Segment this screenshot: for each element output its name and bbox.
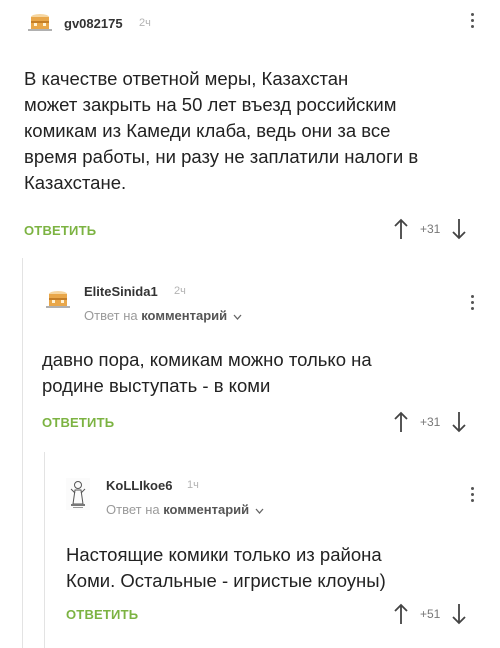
comment-author[interactable]: KoLLIkoe6 bbox=[106, 478, 172, 493]
comment-time: 1ч bbox=[187, 479, 199, 491]
reply-to-target[interactable]: комментарий bbox=[141, 308, 227, 323]
comment-time: 2ч bbox=[139, 17, 151, 29]
vote-score: +51 bbox=[420, 607, 441, 621]
downvote-arrow-icon[interactable] bbox=[450, 411, 468, 433]
comment-text-line: Настоящие комики только из района bbox=[66, 544, 382, 565]
cake-avatar-icon[interactable] bbox=[24, 10, 56, 34]
comment-author[interactable]: gv082175 bbox=[64, 16, 123, 31]
reply-to-prefix: Ответ на bbox=[106, 502, 164, 517]
reply-button[interactable]: ОТВЕТИТЬ bbox=[24, 223, 96, 238]
comment-text-line: время работы, ни разу не заплатили налог… bbox=[24, 146, 419, 167]
reply-to-target[interactable]: комментарий bbox=[163, 502, 249, 517]
upvote-arrow-icon[interactable] bbox=[392, 603, 410, 625]
comment-text: В качестве ответной меры, Казахстан може… bbox=[24, 66, 494, 196]
comment-text-line: Казахстане. bbox=[24, 172, 127, 193]
comment-1: gv082175 2ч В качестве ответной меры, Ка… bbox=[0, 0, 500, 250]
comment-text-line: В качестве ответной меры, Казахстан bbox=[24, 68, 349, 89]
more-options-icon[interactable] bbox=[462, 10, 482, 32]
comment-text-line: может закрыть на 50 лет въезд российским bbox=[24, 94, 397, 115]
upvote-arrow-icon[interactable] bbox=[392, 218, 410, 240]
comment-author[interactable]: EliteSinida1 bbox=[84, 284, 158, 299]
more-options-icon[interactable] bbox=[462, 484, 482, 506]
comment-text: давно пора, комикам можно только на роди… bbox=[42, 347, 492, 399]
upvote-arrow-icon[interactable] bbox=[392, 411, 410, 433]
comment-text-line: давно пора, комикам можно только на bbox=[42, 349, 372, 370]
chevron-down-icon[interactable] bbox=[233, 314, 242, 320]
vote-controls: +31 bbox=[392, 218, 468, 240]
comment-text: Настоящие комики только из района Коми. … bbox=[66, 542, 496, 594]
vote-score: +31 bbox=[420, 415, 441, 429]
comment-time: 2ч bbox=[174, 285, 186, 297]
reply-to-link[interactable]: Ответ на комментарий bbox=[106, 502, 264, 517]
comment-3: KoLLIkoe6 1ч Ответ на комментарий Настоя… bbox=[0, 456, 500, 648]
comment-text-line: Коми. Остальные - игристые клоуны) bbox=[66, 570, 386, 591]
reply-to-prefix: Ответ на bbox=[84, 308, 142, 323]
comment-text-line: комикам из Камеди клаба, ведь они за все bbox=[24, 120, 391, 141]
comment-text-line: родине выступать - в коми bbox=[42, 375, 271, 396]
chevron-down-icon[interactable] bbox=[255, 508, 264, 514]
cake-avatar-icon[interactable] bbox=[42, 287, 74, 311]
downvote-arrow-icon[interactable] bbox=[450, 218, 468, 240]
vote-score: +31 bbox=[420, 222, 441, 236]
reply-button[interactable]: ОТВЕТИТЬ bbox=[42, 415, 114, 430]
downvote-arrow-icon[interactable] bbox=[450, 603, 468, 625]
vote-controls: +51 bbox=[392, 603, 468, 625]
comment-2: EliteSinida1 2ч Ответ на комментарий дав… bbox=[0, 262, 500, 448]
reply-button[interactable]: ОТВЕТИТЬ bbox=[66, 607, 138, 622]
vote-controls: +31 bbox=[392, 411, 468, 433]
statue-avatar-icon[interactable] bbox=[66, 478, 90, 510]
reply-to-link[interactable]: Ответ на комментарий bbox=[84, 308, 242, 323]
more-options-icon[interactable] bbox=[462, 292, 482, 314]
